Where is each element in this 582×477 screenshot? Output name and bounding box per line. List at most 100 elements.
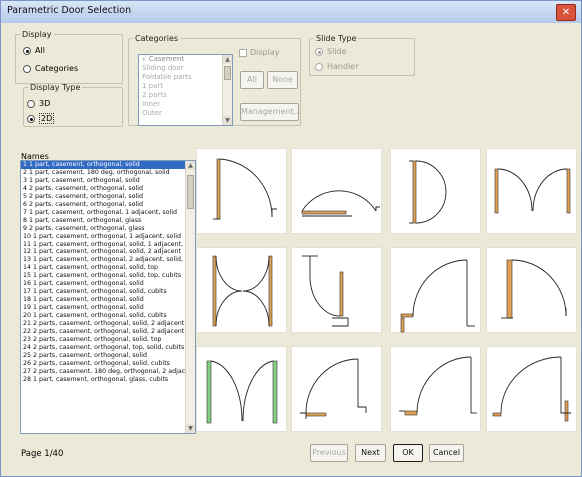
names-list-item[interactable]: 18 1 part, casement, orthogonal, solid	[21, 296, 185, 304]
names-list-item[interactable]: 9 2 parts, casement, orthogonal, glass	[21, 225, 185, 233]
title-bar: Parametric Door Selection ✕	[1, 1, 581, 23]
names-list-item[interactable]: 25 2 parts, casement, orthogonal, solid	[21, 352, 185, 360]
radio-selected-icon	[315, 47, 323, 56]
display-type-legend: Display Type	[30, 83, 81, 92]
scroll-down-icon[interactable]: ▼	[223, 116, 232, 125]
names-list-item[interactable]: 5 2 parts, casement, orthogonal, solid	[21, 193, 185, 201]
door-preview-tile[interactable]	[486, 247, 577, 333]
display-type-2d-radio[interactable]: 2D	[27, 113, 55, 124]
category-display-label: Display	[250, 48, 280, 57]
categories-legend: Categories	[135, 34, 179, 43]
category-item[interactable]: Outer	[139, 109, 232, 118]
radio-selected-icon	[27, 114, 35, 123]
display-categories-radio[interactable]: Categories	[23, 64, 78, 73]
category-item[interactable]: Sliding door	[139, 64, 232, 73]
handler-label: Handler	[327, 62, 359, 71]
categories-list[interactable]: √ Casement Sliding door Foldable parts 1…	[138, 54, 233, 126]
door-preview-tile[interactable]	[196, 247, 287, 333]
names-list-item[interactable]: 26 2 parts, casement, orthogonal, solid,…	[21, 360, 185, 368]
names-list-item[interactable]: 23 2 parts, casement, orthogonal, solid,…	[21, 336, 185, 344]
names-list-item[interactable]: 7 1 part, casement, orthogonal, 1 adjace…	[21, 209, 185, 217]
names-list-item[interactable]: 6 2 parts, casement, orthogonal, solid	[21, 201, 185, 209]
names-list-item[interactable]: 10 1 part, casement, orthogonal, 1 adjac…	[21, 233, 185, 241]
names-list-item[interactable]: 20 1 part, casement, orthogonal, solid, …	[21, 312, 185, 320]
names-list-item[interactable]: 19 1 part, casement, orthogonal, solid	[21, 304, 185, 312]
names-list-item[interactable]: 17 1 part, casement, orthogonal, solid, …	[21, 288, 185, 296]
door-preview-tile[interactable]	[291, 346, 382, 432]
display-all-radio[interactable]: All	[23, 46, 45, 55]
door-preview-tile[interactable]	[196, 148, 287, 234]
names-list-item[interactable]: 24 2 parts, casement, orthogonal, top, s…	[21, 344, 185, 352]
dialog-window: Parametric Door Selection ✕ Display All …	[0, 0, 582, 477]
door-plan-icon	[492, 356, 571, 422]
door-plan-icon	[300, 358, 367, 419]
category-item[interactable]: 2 parts	[139, 91, 232, 100]
door-preview-tile[interactable]	[486, 346, 577, 432]
display-legend: Display	[22, 30, 52, 39]
checkbox-icon	[239, 48, 247, 57]
door-plan-icon	[494, 168, 571, 214]
names-list-item[interactable]: 13 1 part, casement, orthogonal, 2 adjac…	[21, 256, 185, 264]
scroll-up-icon[interactable]: ▲	[223, 55, 232, 64]
radio-empty-icon	[27, 99, 35, 108]
names-list-item[interactable]: 8 1 part, casement, orthogonal, glass	[21, 217, 185, 225]
names-scrollbar[interactable]: ▲ ▼	[185, 161, 195, 433]
category-item[interactable]: √ Casement	[139, 55, 232, 64]
scroll-down-icon[interactable]: ▼	[186, 424, 195, 433]
names-list-item[interactable]: 15 1 part, casement, orthogonal, solid, …	[21, 272, 185, 280]
close-icon: ✕	[561, 7, 571, 18]
scroll-thumb[interactable]	[187, 175, 194, 209]
names-list-item[interactable]: 2 1 part, casement, 180 deg, orthogonal,…	[21, 169, 185, 177]
door-preview-tile[interactable]	[291, 247, 382, 333]
slide-radio[interactable]: Slide	[315, 47, 347, 56]
door-preview-tile[interactable]	[390, 148, 481, 234]
display-type-2d-label: 2D	[39, 113, 55, 124]
door-plan-icon	[409, 160, 447, 224]
radio-empty-icon	[315, 62, 323, 71]
names-list-item[interactable]: 16 1 part, casement, orthogonal, solid	[21, 280, 185, 288]
names-list[interactable]: 1 1 part, casement, orthogonal, solid 2 1…	[20, 160, 196, 434]
categories-all-button[interactable]: All	[240, 71, 264, 89]
previous-button[interactable]: Previous	[310, 444, 348, 462]
display-all-label: All	[35, 46, 45, 55]
door-plan-icon	[206, 360, 278, 424]
categories-none-button[interactable]: None	[267, 71, 298, 89]
names-list-item[interactable]: 11 1 part, casement, orthogonal, solid, …	[21, 241, 185, 249]
names-list-item[interactable]: 14 1 part, casement, orthogonal, solid, …	[21, 264, 185, 272]
door-preview-tile[interactable]	[486, 148, 577, 234]
door-plan-icon	[212, 255, 273, 327]
handler-radio[interactable]: Handler	[315, 62, 359, 71]
display-type-3d-radio[interactable]: 3D	[27, 99, 50, 108]
display-type-3d-label: 3D	[39, 99, 51, 108]
names-list-item[interactable]: 27 2 parts, casement, 180 deg, orthogona…	[21, 368, 185, 376]
door-preview-tile[interactable]	[390, 247, 481, 333]
scroll-thumb[interactable]	[224, 66, 231, 80]
names-list-item[interactable]: 22 2 parts, casement, orthogonal, solid,…	[21, 328, 185, 336]
door-plan-icon	[399, 356, 477, 416]
ok-button[interactable]: OK	[393, 444, 423, 462]
door-plan-icon	[213, 158, 277, 220]
category-display-checkbox[interactable]: Display	[239, 48, 280, 57]
door-preview-tile[interactable]	[291, 148, 382, 234]
names-list-item[interactable]: 12 1 part, casement, orthogonal, solid, …	[21, 248, 185, 256]
door-preview-tile[interactable]	[196, 346, 287, 432]
scroll-up-icon[interactable]: ▲	[186, 161, 195, 170]
names-list-item[interactable]: 28 1 part, casement, orthogonal, glass, …	[21, 376, 185, 384]
names-list-item[interactable]: 3 1 part, casement, orthogonal, solid	[21, 177, 185, 185]
door-plan-icon	[302, 255, 349, 327]
door-plan-icon	[301, 190, 380, 217]
cancel-button[interactable]: Cancel	[429, 444, 464, 462]
close-button[interactable]: ✕	[556, 4, 576, 21]
management-button[interactable]: Management...	[240, 103, 301, 121]
display-group: Display	[15, 30, 123, 84]
names-list-item[interactable]: 4 2 parts, casement, orthogonal, solid	[21, 185, 185, 193]
names-list-item[interactable]: 21 2 parts, casement, orthogonal, solid,…	[21, 320, 185, 328]
category-item[interactable]: Foldable parts	[139, 73, 232, 82]
door-preview-tile[interactable]	[390, 346, 481, 432]
categories-scrollbar[interactable]: ▲ ▼	[222, 55, 232, 125]
names-list-item[interactable]: 1 1 part, casement, orthogonal, solid	[21, 161, 185, 169]
next-button[interactable]: Next	[355, 444, 386, 462]
category-item[interactable]: 1 part	[139, 82, 232, 91]
category-item[interactable]: Inner	[139, 100, 232, 109]
category-check-icon: √	[142, 55, 149, 63]
